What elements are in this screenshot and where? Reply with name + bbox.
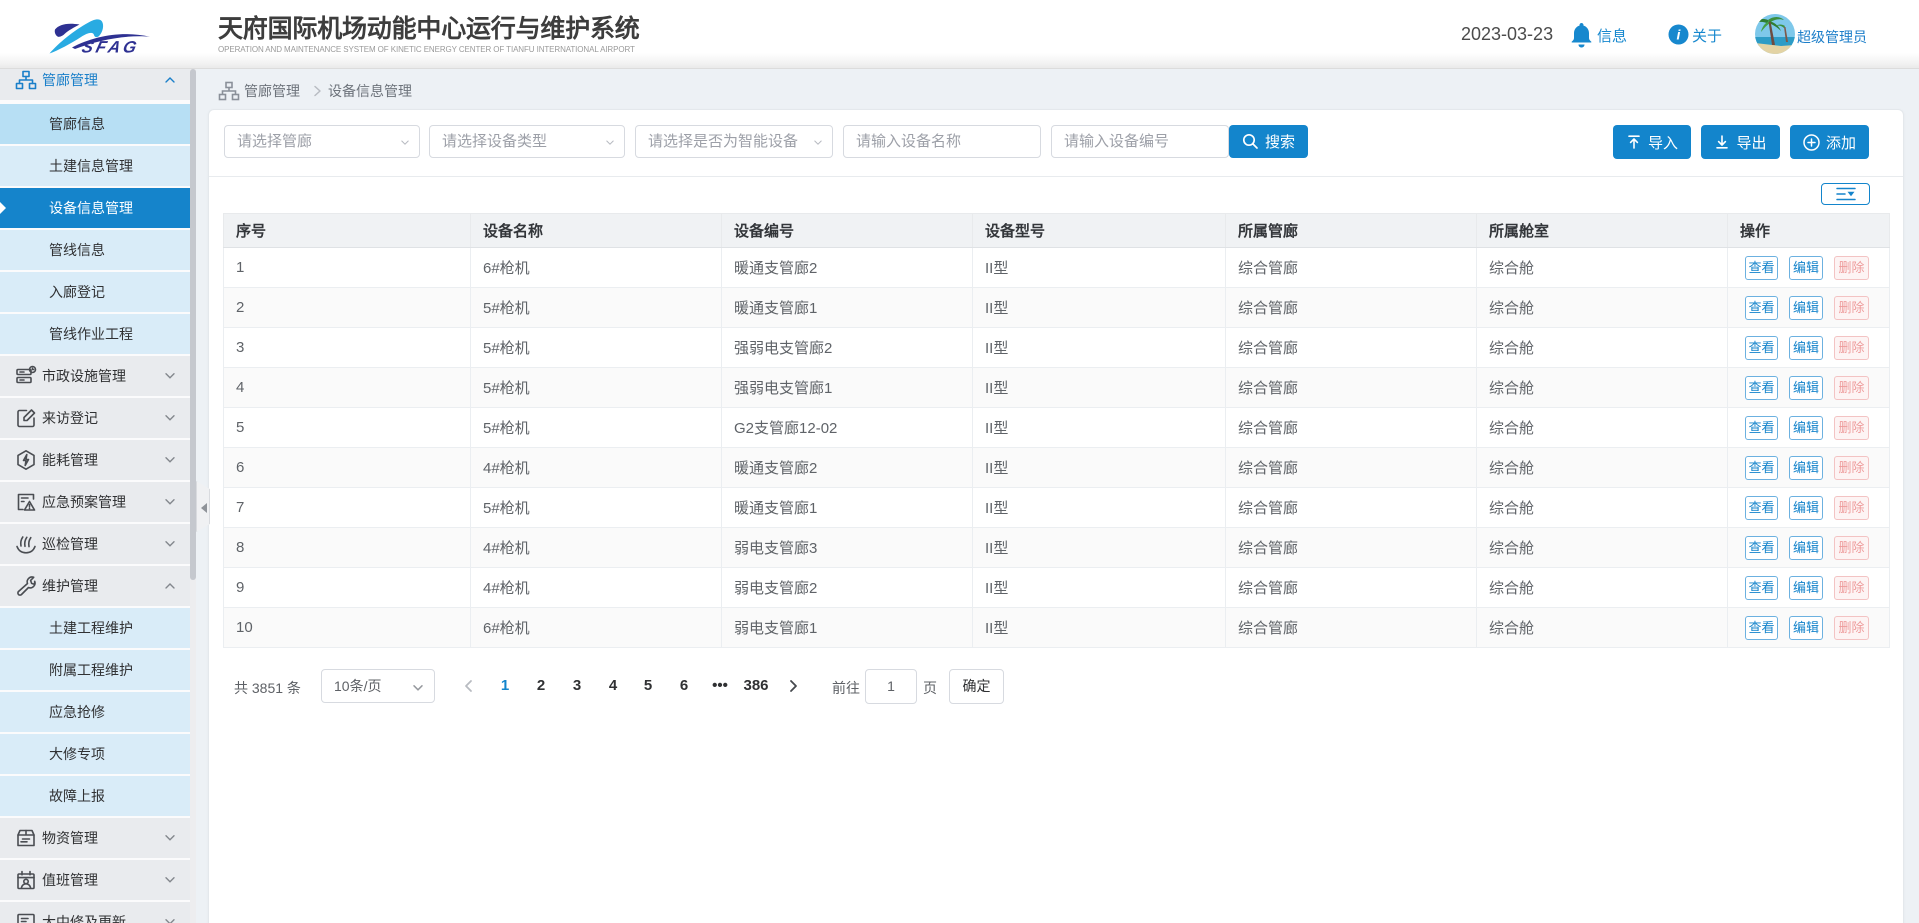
svg-text:SFAG: SFAG [80,38,142,56]
